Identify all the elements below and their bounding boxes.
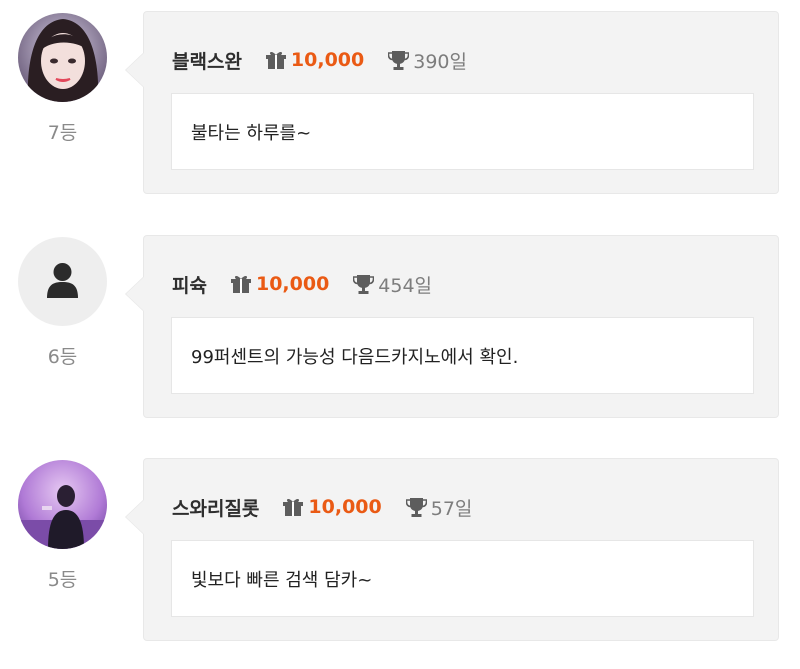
- comment-message: 빛보다 빠른 검색 담카~: [171, 540, 754, 617]
- points-value: 10,000: [290, 49, 365, 71]
- ranking-entry: 6등 피슉 10,000 454일 99퍼센트의 가능성 다음드카지노에서 확인…: [0, 235, 800, 427]
- comment-message: 불타는 하루를~: [171, 93, 754, 170]
- trophy-icon: [388, 51, 410, 70]
- gift-icon: [265, 51, 286, 69]
- ranking-entry: 5등 스와리질롯 10,000 57일 빛보다 빠른 검색 담카~: [0, 458, 800, 650]
- comment-card: 블랙스완 10,000 390일 불타는 하루를~: [125, 11, 779, 194]
- comment-meta: 피슉 10,000 454일: [172, 270, 432, 298]
- user-avatar[interactable]: [18, 13, 107, 102]
- avatar-photo-icon: [18, 460, 107, 549]
- user-avatar[interactable]: [18, 237, 107, 326]
- comment-meta: 블랙스완 10,000 390일: [172, 46, 467, 74]
- rank-label: 6등: [47, 346, 78, 368]
- days-count: 57일: [430, 497, 473, 520]
- comment-message: 99퍼센트의 가능성 다음드카지노에서 확인.: [171, 317, 754, 394]
- days-count: 454일: [378, 274, 433, 297]
- default-user-icon: [47, 263, 78, 298]
- comment-meta: 스와리질롯 10,000 57일: [172, 493, 472, 521]
- rank-label: 5등: [47, 569, 78, 591]
- ranking-entry: 7등 블랙스완 10,000 390일 불타는 하루를~: [0, 11, 800, 203]
- gift-icon: [283, 498, 304, 516]
- points-value: 10,000: [308, 496, 382, 518]
- user-avatar[interactable]: [18, 460, 107, 549]
- rank-label: 7등: [47, 122, 78, 144]
- trophy-icon: [405, 498, 427, 517]
- nickname[interactable]: 스와리질롯: [172, 494, 259, 521]
- comment-card: 스와리질롯 10,000 57일 빛보다 빠른 검색 담카~: [125, 458, 779, 641]
- days-count: 390일: [413, 50, 467, 73]
- trophy-icon: [353, 275, 375, 294]
- nickname[interactable]: 블랙스완: [172, 47, 242, 74]
- nickname[interactable]: 피슉: [172, 271, 207, 298]
- points-value: 10,000: [255, 273, 330, 295]
- comment-card: 피슉 10,000 454일 99퍼센트의 가능성 다음드카지노에서 확인.: [125, 235, 779, 418]
- avatar-photo-icon: [18, 13, 107, 102]
- gift-icon: [230, 275, 251, 293]
